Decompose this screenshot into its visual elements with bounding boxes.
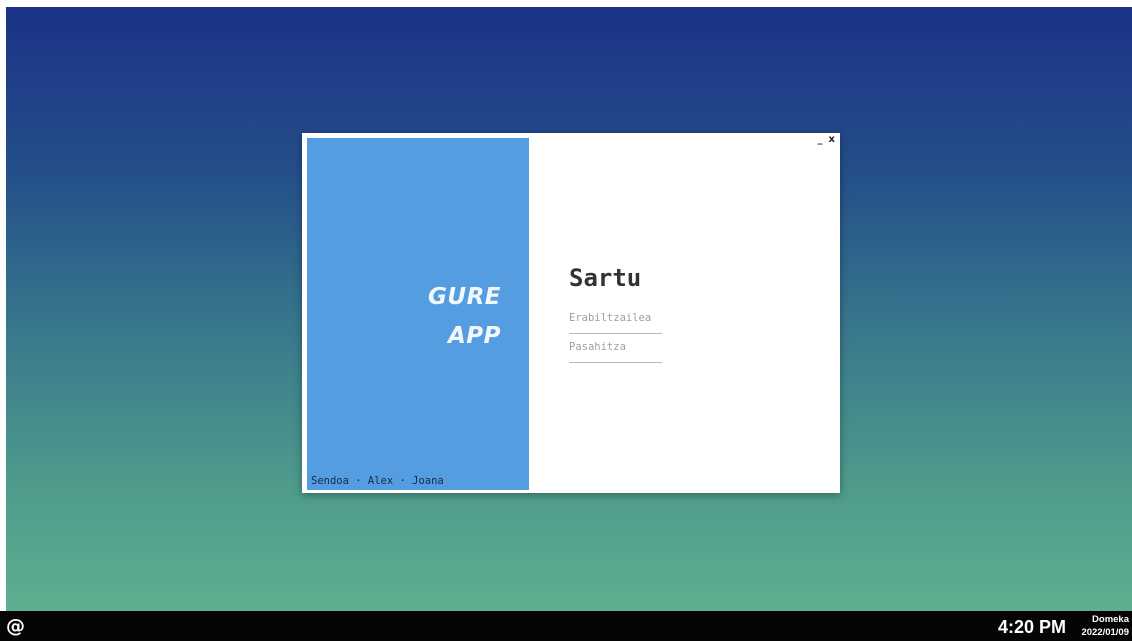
username-input[interactable] bbox=[569, 309, 662, 334]
authors-credit: Sendoa · Alex · Joana bbox=[311, 475, 444, 487]
taskbar-date: Domeka 2022/01/09 bbox=[1081, 613, 1129, 639]
taskbar-clock: 4:20 PM bbox=[998, 617, 1067, 637]
launcher-at-icon[interactable]: @ bbox=[6, 613, 25, 639]
window-controls: _ x bbox=[818, 134, 835, 145]
taskbar: @ 4:20 PM Domeka 2022/01/09 bbox=[0, 611, 1132, 641]
desktop-background: GURE APP Sendoa · Alex · Joana _ x Sartu bbox=[6, 7, 1132, 611]
app-title-line1: GURE bbox=[428, 284, 501, 310]
taskbar-date-value: 2022/01/09 bbox=[1081, 627, 1129, 638]
login-title: Sartu bbox=[569, 264, 642, 292]
minimize-button[interactable]: _ bbox=[818, 134, 823, 145]
taskbar-weekday: Domeka bbox=[1092, 614, 1129, 625]
login-window: GURE APP Sendoa · Alex · Joana _ x Sartu bbox=[302, 133, 840, 493]
app-title-line2: APP bbox=[447, 323, 501, 349]
brand-panel: GURE APP Sendoa · Alex · Joana bbox=[307, 138, 529, 490]
app-title: GURE APP bbox=[428, 278, 501, 356]
password-input[interactable] bbox=[569, 337, 662, 363]
close-button[interactable]: x bbox=[829, 134, 835, 145]
